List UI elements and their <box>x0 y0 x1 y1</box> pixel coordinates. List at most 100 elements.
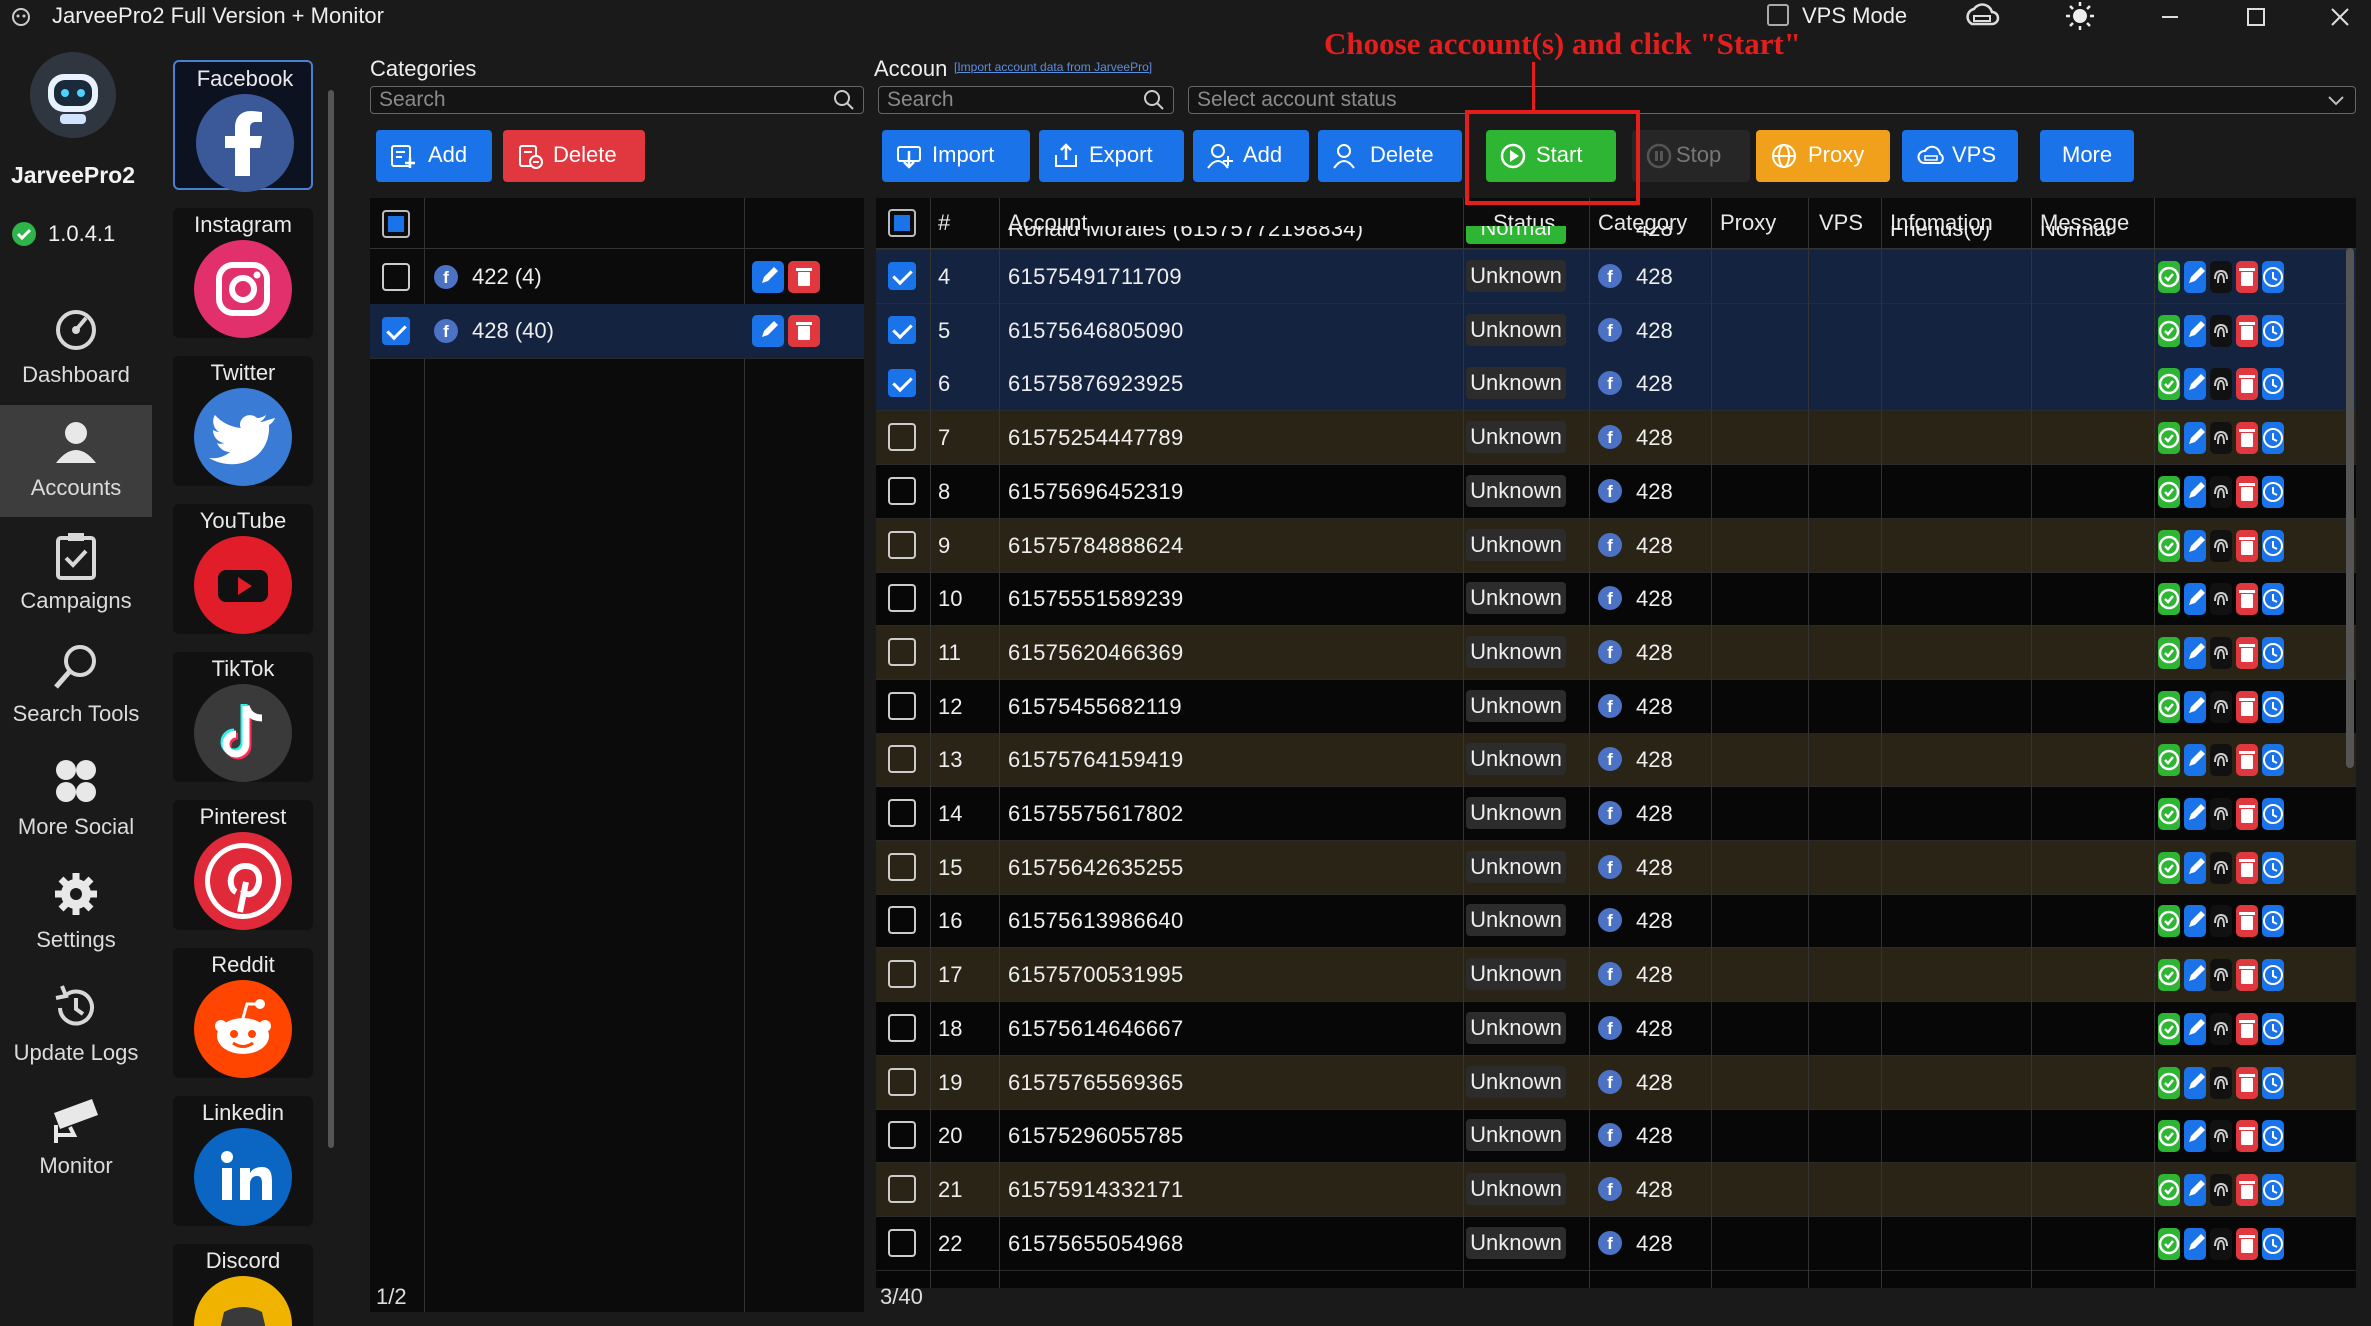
minimize-icon[interactable] <box>2140 0 2200 34</box>
delete-action-icon[interactable] <box>2236 690 2258 723</box>
row-checkbox[interactable] <box>888 1228 916 1257</box>
table-row[interactable]: 17 61575700531995 Unknown f 428 <box>876 948 2356 1003</box>
category-delete-button[interactable]: Delete <box>503 130 645 182</box>
fingerprint-action-icon[interactable] <box>2210 475 2232 508</box>
history-action-icon[interactable] <box>2262 261 2284 293</box>
table-row[interactable]: 19 61575765569365 Unknown f 428 <box>876 1055 2356 1110</box>
row-checkbox[interactable] <box>888 637 916 666</box>
shield-action-icon[interactable] <box>2158 851 2180 884</box>
category-add-button[interactable]: Add <box>376 130 492 182</box>
vps-cloud-icon[interactable] <box>1960 0 2010 34</box>
fingerprint-action-icon[interactable] <box>2210 1066 2232 1099</box>
table-row[interactable]: 12 61575455682119 Unknown f 428 <box>876 680 2356 734</box>
history-action-icon[interactable] <box>2262 1066 2284 1099</box>
edit-action-icon[interactable] <box>2184 368 2206 401</box>
shield-action-icon[interactable] <box>2158 905 2180 938</box>
fingerprint-action-icon[interactable] <box>2210 422 2232 455</box>
fingerprint-action-icon[interactable] <box>2210 1120 2232 1153</box>
edit-action-icon[interactable] <box>2184 314 2206 347</box>
table-row-partial[interactable]: Ronald Morales (61575772198834) Normal 4… <box>876 226 2356 250</box>
shield-action-icon[interactable] <box>2158 583 2180 616</box>
social-instagram[interactable]: Instagram <box>173 208 313 338</box>
edit-action-icon[interactable] <box>2184 851 2206 884</box>
row-checkbox[interactable] <box>888 262 916 290</box>
edit-category-button[interactable] <box>752 261 784 293</box>
import-button[interactable]: Import <box>882 130 1030 182</box>
history-action-icon[interactable] <box>2262 1120 2284 1153</box>
delete-action-icon[interactable] <box>2236 798 2258 830</box>
history-action-icon[interactable] <box>2262 314 2284 347</box>
fingerprint-action-icon[interactable] <box>2210 636 2232 669</box>
categories-search-input[interactable]: Search <box>370 86 864 114</box>
history-action-icon[interactable] <box>2262 422 2284 455</box>
export-button[interactable]: Export <box>1039 130 1184 182</box>
history-action-icon[interactable] <box>2262 851 2284 884</box>
history-action-icon[interactable] <box>2262 368 2284 401</box>
add-account-button[interactable]: Add <box>1193 130 1309 182</box>
shield-action-icon[interactable] <box>2158 798 2180 830</box>
edit-action-icon[interactable] <box>2184 422 2206 455</box>
fingerprint-action-icon[interactable] <box>2210 851 2232 884</box>
shield-action-icon[interactable] <box>2158 636 2180 669</box>
edit-action-icon[interactable] <box>2184 798 2206 830</box>
row-checkbox[interactable] <box>888 584 916 613</box>
history-action-icon[interactable] <box>2262 1173 2284 1206</box>
delete-action-icon[interactable] <box>2236 1066 2258 1099</box>
social-facebook[interactable]: Facebook <box>173 60 313 192</box>
nav-search-tools[interactable]: Search Tools <box>0 631 152 743</box>
row-checkbox[interactable] <box>888 423 916 452</box>
edit-action-icon[interactable] <box>2184 1120 2206 1153</box>
fingerprint-action-icon[interactable] <box>2210 261 2232 293</box>
edit-action-icon[interactable] <box>2184 261 2206 293</box>
categories-select-all-checkbox[interactable] <box>382 210 410 238</box>
shield-action-icon[interactable] <box>2158 368 2180 401</box>
table-row[interactable]: 21 61575914332171 Unknown f 428 <box>876 1162 2356 1217</box>
delete-action-icon[interactable] <box>2236 1227 2258 1260</box>
table-row[interactable]: 13 61575764159419 Unknown f 428 <box>876 733 2356 788</box>
delete-action-icon[interactable] <box>2236 959 2258 992</box>
fingerprint-action-icon[interactable] <box>2210 959 2232 992</box>
table-row[interactable]: 6 61575876923925 Unknown f 428 <box>876 357 2356 412</box>
shield-action-icon[interactable] <box>2158 422 2180 455</box>
edit-action-icon[interactable] <box>2184 690 2206 723</box>
edit-action-icon[interactable] <box>2184 1066 2206 1099</box>
category-checkbox[interactable] <box>382 317 410 345</box>
accounts-search-input[interactable]: Search <box>878 86 1174 114</box>
history-action-icon[interactable] <box>2262 959 2284 992</box>
table-row[interactable]: 15 61575642635255 Unknown f 428 <box>876 840 2356 895</box>
close-icon[interactable] <box>2310 0 2370 34</box>
delete-action-icon[interactable] <box>2236 1012 2258 1045</box>
fingerprint-action-icon[interactable] <box>2210 744 2232 777</box>
shield-action-icon[interactable] <box>2158 1066 2180 1099</box>
row-checkbox[interactable] <box>888 745 916 774</box>
social-twitter[interactable]: Twitter <box>173 356 313 486</box>
row-checkbox[interactable] <box>888 1121 916 1150</box>
table-row[interactable]: 18 61575614646667 Unknown f 428 <box>876 1002 2356 1056</box>
edit-action-icon[interactable] <box>2184 475 2206 508</box>
social-linkedin[interactable]: Linkedin <box>173 1096 313 1226</box>
delete-action-icon[interactable] <box>2236 261 2258 293</box>
row-checkbox[interactable] <box>888 1013 916 1042</box>
edit-action-icon[interactable] <box>2184 959 2206 992</box>
history-action-icon[interactable] <box>2262 1012 2284 1045</box>
history-action-icon[interactable] <box>2262 1227 2284 1260</box>
category-row[interactable]: f 428 (40) <box>370 304 864 359</box>
row-checkbox[interactable] <box>888 799 916 827</box>
fingerprint-action-icon[interactable] <box>2210 1012 2232 1045</box>
edit-category-button[interactable] <box>752 315 784 347</box>
delete-action-icon[interactable] <box>2236 1120 2258 1153</box>
history-action-icon[interactable] <box>2262 636 2284 669</box>
delete-category-button[interactable] <box>788 315 820 347</box>
fingerprint-action-icon[interactable] <box>2210 368 2232 401</box>
table-row[interactable]: 22 61575655054968 Unknown f 428 <box>876 1217 2356 1271</box>
table-row[interactable]: 4 61575491711709 Unknown f 428 <box>876 250 2356 304</box>
stop-button[interactable]: Stop <box>1632 130 1750 182</box>
social-pinterest[interactable]: Pinterest <box>173 800 313 930</box>
vps-button[interactable]: VPS <box>1902 130 2018 182</box>
shield-action-icon[interactable] <box>2158 959 2180 992</box>
nav-more-social[interactable]: More Social <box>0 744 152 856</box>
category-row[interactable]: f 422 (4) <box>370 250 864 305</box>
row-checkbox[interactable] <box>888 1067 916 1096</box>
social-reddit[interactable]: Reddit <box>173 948 313 1078</box>
shield-action-icon[interactable] <box>2158 1173 2180 1206</box>
